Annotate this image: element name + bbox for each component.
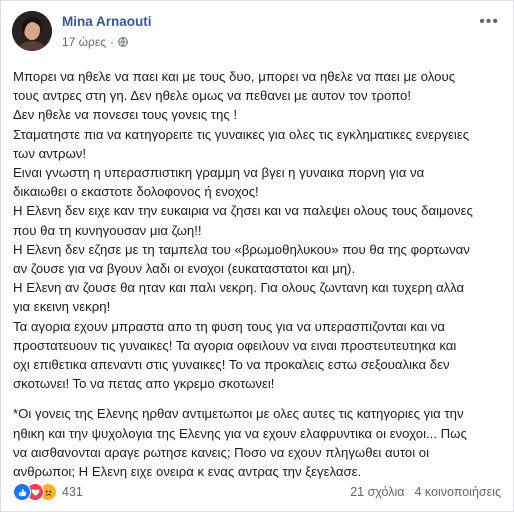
post-line: να αισθανονται αραγε ρωτησε κανεις; Ποσο… [13, 444, 430, 460]
post-line: που θα τη κυνηγουσαν μια ζωη!! [13, 222, 202, 238]
post-line: σκοτωνει! Το να πετας απο γκρεμο σκοτωνε… [13, 376, 275, 392]
post-line: Η Ελενη δεν εζησε με τη ταμπελα του «βρω… [13, 241, 470, 257]
post-line: ανθρωποι; Η Ελενη ειχε ονειρα κ ενας αντ… [13, 464, 362, 480]
post-line: για εκεινη νεκρη! [13, 299, 111, 315]
post-line: Δεν ηθελε να πονεσει τους γονεις της ! [13, 107, 238, 123]
post-line: ηθικη και την ψυχολογια της Ελενης για ν… [13, 425, 467, 441]
post-line: *Οι γονεις της Ελενης ηρθαν αντιμετωποι … [13, 406, 464, 422]
post-line: οχι επιθετικα απεναντι στις γυναικες! Το… [13, 357, 450, 373]
post-line: Μπορει να ηθελε να παει και με τους δυο,… [13, 69, 456, 84]
meta-separator: · [110, 35, 115, 49]
shares-count[interactable]: 4 κοινοποιήσεις [415, 485, 502, 499]
post-text: Μπορει να ηθελε να παει και με τους δυο,… [13, 67, 505, 481]
post-line: Η Ελενη αν ζουσε θα ηταν και παλι νεκρη.… [13, 280, 465, 296]
facebook-post: Mina Arnaouti 17 ώρες · ••• Μπορει να ηθ… [0, 0, 514, 512]
post-line: Η Ελενη δεν ειχε καν την ευκαιρια να ζησ… [13, 203, 473, 219]
post-meta: 17 ώρες · [62, 35, 128, 49]
avatar[interactable] [12, 11, 52, 51]
reaction-count: 431 [62, 485, 83, 499]
comments-count[interactable]: 21 σχόλια [350, 485, 404, 499]
post-line: τους αντρες στη γη. Δεν ηθελε ομως να πε… [13, 88, 412, 104]
post-line: αν ζουσε για να βγουν λαδι οι ενοχοι (ευ… [13, 261, 356, 277]
post-line: προστατευουν τις γυναικες! Τα αγορια οφε… [13, 337, 457, 353]
post-line: Σταματηστε πια να κατηγορειτε τις γυναικ… [13, 126, 470, 142]
globe-icon [118, 37, 128, 47]
author-name[interactable]: Mina Arnaouti [62, 14, 152, 29]
post-time[interactable]: 17 ώρες [62, 35, 106, 49]
post-line: Τα αγορια εχουν μπραστα απο τη φυση τους… [13, 318, 446, 334]
more-options-icon[interactable]: ••• [479, 13, 499, 31]
post-line: Ειναι γνωστη η υπερασπιστικη γραμμη να β… [13, 165, 425, 181]
post-line: δικαιωθει ο εκαστοτε δολοφονος ή ενοχος! [13, 184, 259, 200]
profile-photo [12, 11, 52, 51]
reactions-summary[interactable]: 431 [13, 483, 83, 501]
like-reaction-icon [13, 483, 31, 501]
post-line: των αντρων! [13, 145, 87, 161]
post-footer: 431 21 σχόλια 4 κοινοποιήσεις [13, 481, 501, 503]
